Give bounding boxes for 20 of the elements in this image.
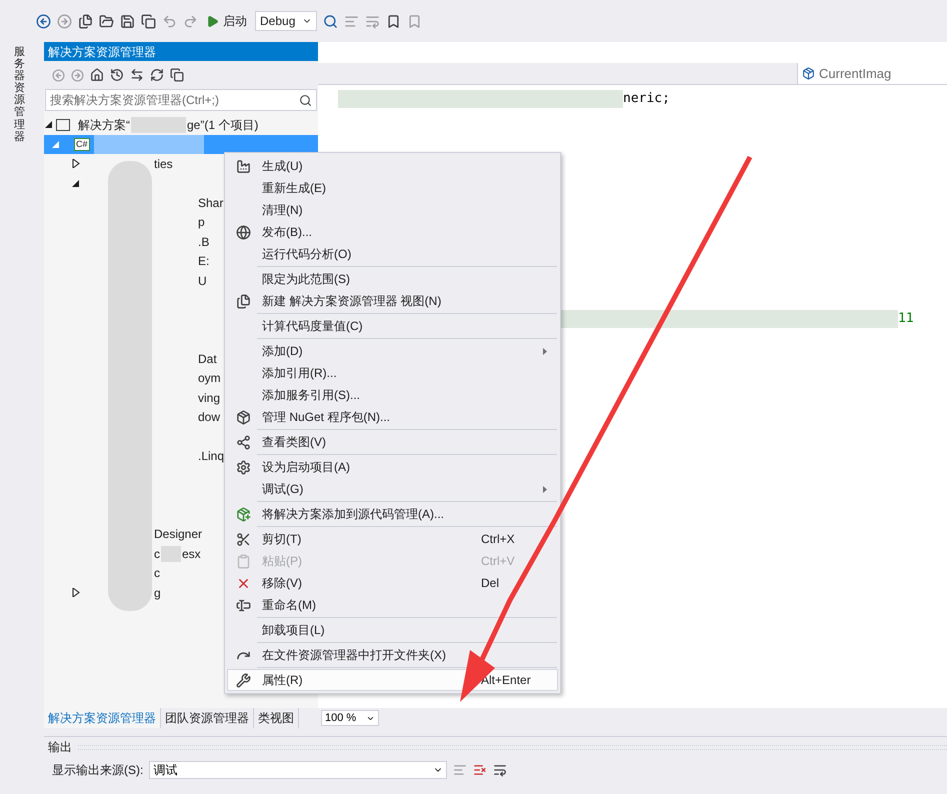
output-title: 输出	[48, 739, 72, 756]
tree-item-label: U	[198, 272, 207, 290]
tree-item-label: 解决方案“	[78, 116, 130, 134]
tree-item-label: ties	[154, 156, 173, 173]
tree-item-label: g	[154, 584, 161, 602]
output-source-label: 显示输出来源(S):	[52, 762, 144, 779]
tree-item-label: p	[198, 214, 205, 232]
tree-item-label: c	[154, 546, 160, 563]
code-line: neric;	[623, 90, 670, 108]
tree-item-label: ge”(1 个项目)	[187, 116, 258, 134]
code-line: 11	[898, 310, 914, 328]
shortcut-label: Alt+Enter	[481, 672, 532, 689]
csharp-project-icon: C#	[74, 138, 90, 151]
shortcut-label: Del	[481, 575, 500, 592]
shortcut-label: Ctrl+X	[481, 531, 516, 548]
panel-title: 解决方案资源管理器	[48, 44, 156, 60]
shortcut-label: Ctrl+V	[481, 553, 516, 570]
tree-item-label: c	[154, 565, 160, 582]
tree-item-label: esx	[182, 546, 201, 563]
tree-item-label: .Linq	[198, 448, 224, 466]
